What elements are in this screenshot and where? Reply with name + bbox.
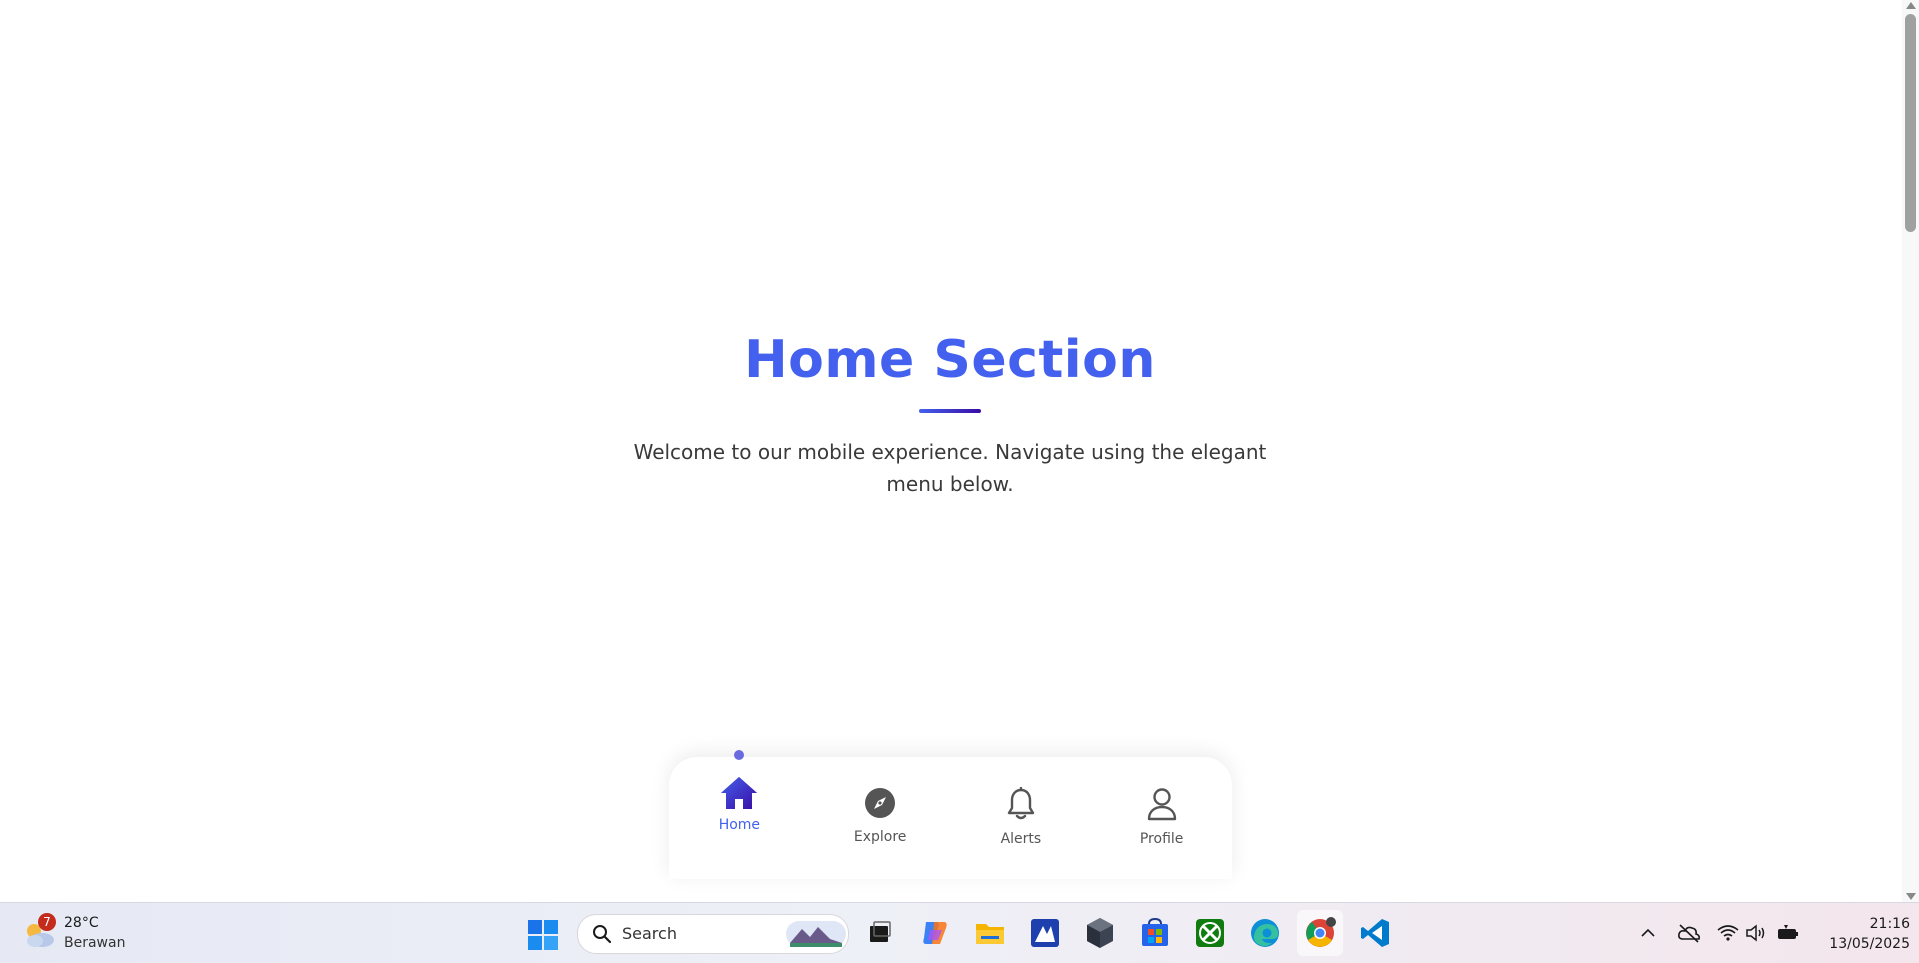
vertical-scrollbar[interactable]: [1902, 0, 1919, 902]
title-underline: [919, 409, 981, 413]
settings-app-icon[interactable]: [1083, 916, 1117, 950]
weather-widget[interactable]: 7 28°C Berawan: [18, 913, 128, 955]
browser-viewport: Home Section Welcome to our mobile exper…: [0, 0, 1919, 902]
file-explorer-icon[interactable]: [973, 916, 1007, 950]
weather-alert-badge: 7: [38, 913, 56, 931]
nav-item-explore[interactable]: Explore: [810, 757, 950, 879]
nav-item-home[interactable]: Home: [669, 750, 809, 879]
vscode-icon[interactable]: [1358, 916, 1392, 950]
search-icon: [593, 925, 612, 944]
chevron-up-icon[interactable]: [1640, 923, 1656, 943]
chrome-browser-icon[interactable]: [1303, 916, 1337, 950]
page-title: Home Section: [744, 330, 1156, 390]
user-icon: [1147, 788, 1176, 821]
volume-icon[interactable]: [1745, 923, 1767, 943]
bottom-nav: Home Explore Alerts Profile: [669, 750, 1232, 879]
copilot-icon[interactable]: [918, 916, 952, 950]
onedrive-offline-icon[interactable]: [1677, 923, 1701, 943]
search-highlight-image-icon: [786, 921, 846, 947]
weather-description: Berawan: [64, 935, 126, 951]
search-placeholder: Search: [622, 924, 677, 943]
nav-item-alerts[interactable]: Alerts: [951, 757, 1091, 879]
nav-label-home: Home: [718, 817, 761, 833]
image-app-icon[interactable]: [1028, 916, 1062, 950]
microsoft-store-icon[interactable]: [1138, 916, 1172, 950]
battery-charging-icon[interactable]: [1776, 923, 1800, 943]
home-icon: [721, 777, 758, 809]
scroll-down-arrow-icon[interactable]: [1906, 893, 1916, 900]
scroll-thumb[interactable]: [1905, 14, 1916, 232]
bell-icon: [1007, 787, 1035, 820]
system-clock[interactable]: 21:16 13/05/2025: [1810, 914, 1910, 954]
taskbar-search-box[interactable]: Search: [577, 914, 849, 954]
task-view-icon[interactable]: [862, 916, 896, 950]
compass-icon: [865, 788, 896, 818]
active-indicator-dot: [734, 750, 745, 760]
weather-temperature: 28°C: [64, 915, 99, 931]
page-description: Welcome to our mobile experience. Naviga…: [633, 440, 1267, 496]
nav-label-alerts: Alerts: [1000, 831, 1042, 847]
wifi-icon[interactable]: [1717, 923, 1739, 943]
nav-label-profile: Profile: [1139, 831, 1184, 847]
edge-browser-icon[interactable]: [1248, 916, 1282, 950]
xbox-icon[interactable]: [1193, 916, 1227, 950]
nav-label-explore: Explore: [853, 829, 907, 845]
windows-start-icon[interactable]: [527, 919, 559, 951]
nav-item-profile[interactable]: Profile: [1092, 757, 1232, 879]
clock-date: 13/05/2025: [1829, 936, 1910, 952]
windows-taskbar: 7 28°C Berawan Search 21:16 13/05/2025: [0, 902, 1919, 963]
clock-time: 21:16: [1869, 916, 1910, 932]
scroll-up-arrow-icon[interactable]: [1906, 2, 1916, 9]
